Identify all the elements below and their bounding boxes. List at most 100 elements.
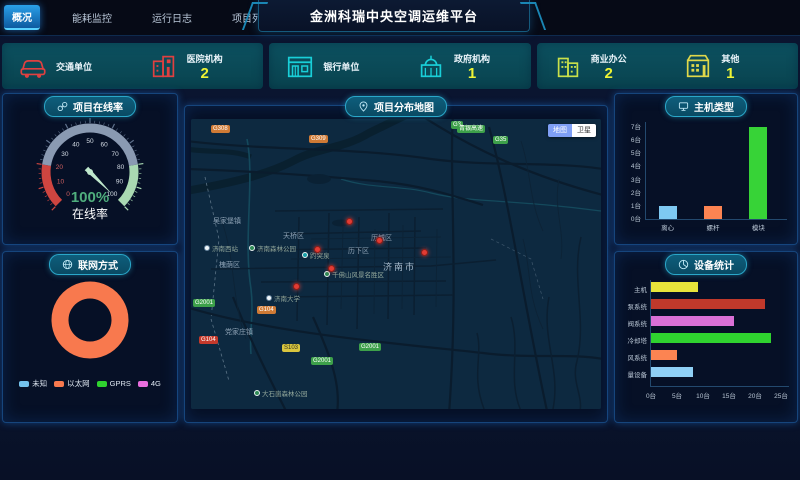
- svg-text:80: 80: [117, 164, 125, 171]
- road-badge: G35: [493, 136, 508, 144]
- stat-label: 医院机构: [187, 52, 223, 65]
- category-label: 风系统: [615, 352, 647, 362]
- main-area: 项目在线率 0102030405060708090100100%在线率 联网方式…: [0, 89, 800, 423]
- map-type-toggle: 地图 卫星: [548, 124, 596, 137]
- monitor-icon: [678, 101, 689, 112]
- map-view[interactable]: G308G309G104G104S103G2001G2001G2001G3G35…: [191, 119, 601, 409]
- y-tick-label: 4台: [615, 160, 641, 170]
- bar-泵系统: [651, 299, 765, 309]
- x-tick-label: 15台: [717, 390, 741, 400]
- legend-item-2[interactable]: GPRS: [97, 378, 131, 389]
- stat-label: 商业办公: [591, 52, 627, 65]
- project-marker-0[interactable]: [314, 246, 321, 253]
- road-badge: G104: [257, 306, 276, 314]
- location-pin-icon: [358, 101, 369, 112]
- poi-station: 济南大学: [266, 293, 300, 303]
- project-marker-4[interactable]: [376, 237, 383, 244]
- road-badge: S103: [282, 344, 300, 352]
- x-tick-label: 5台: [665, 390, 689, 400]
- project-marker-2[interactable]: [293, 283, 300, 290]
- stat-label: 银行单位: [323, 60, 359, 73]
- device-stats-chart: 主机泵系统阀系统冷却塔风系统量设备0台5台10台15台20台25台: [615, 276, 797, 408]
- stat-card-0: 交通单位医院机构2: [2, 43, 263, 89]
- svg-text:50: 50: [86, 138, 94, 145]
- bar-冷却塔: [651, 333, 771, 343]
- svg-text:60: 60: [100, 141, 108, 148]
- map-mode-button[interactable]: 地图: [548, 124, 572, 137]
- bar-量设备: [651, 367, 693, 377]
- y-tick-label: 6台: [615, 134, 641, 144]
- road-badge: G309: [309, 135, 328, 143]
- road-badge: G2001: [311, 357, 333, 365]
- panel-project-map-header: 项目分布地图: [345, 96, 447, 117]
- panel-title: 项目在线率: [73, 99, 123, 114]
- panel-online-rate-header: 项目在线率: [44, 96, 136, 117]
- legend-item-3[interactable]: 4G: [138, 378, 161, 389]
- road-badge: G104: [199, 336, 218, 344]
- stat-item: 医院机构2: [133, 51, 264, 81]
- bar-螺杆: [704, 206, 722, 219]
- office-icon: [553, 51, 583, 81]
- x-axis: [645, 219, 787, 220]
- building-icon: [683, 51, 713, 81]
- nav-tab-0[interactable]: 概况: [4, 5, 40, 30]
- place-label: 槐荫区: [219, 260, 240, 270]
- map-overlay: G308G309G104G104S103G2001G2001G2001G3G35…: [191, 119, 601, 409]
- poi-label: 千佛山风景名胜区: [332, 269, 384, 279]
- nav-tab-2[interactable]: 运行日志: [144, 6, 200, 29]
- stat-value: 2: [604, 66, 612, 81]
- park-marker-icon: [324, 271, 330, 277]
- poi-label: 济南西站: [212, 243, 238, 253]
- legend-item-0[interactable]: 未知: [19, 378, 47, 389]
- topbar: 概况能耗监控运行日志项目列表视频监控 金洲科瑞中央空调运维平台: [0, 0, 800, 36]
- category-label: 阀系统: [615, 318, 647, 328]
- park-marker-icon: [249, 245, 255, 251]
- place-label: 天桥区: [283, 231, 304, 241]
- place-label: 吴家堡镇: [213, 216, 241, 226]
- x-tick-label: 20台: [743, 390, 767, 400]
- stat-label: 政府机构: [454, 52, 490, 65]
- legend-item-1[interactable]: 以太网: [54, 378, 90, 389]
- legend-label: 以太网: [67, 378, 90, 389]
- poi-label: 大石崮森林公园: [262, 388, 308, 398]
- svg-text:70: 70: [111, 151, 119, 158]
- place-label: 济南市: [383, 260, 416, 273]
- stat-label: 其他: [721, 52, 739, 65]
- y-tick-label: 5台: [615, 147, 641, 157]
- nav-tab-1[interactable]: 能耗监控: [64, 6, 120, 29]
- legend-key: [54, 381, 64, 387]
- legend-label: 4G: [151, 379, 161, 388]
- stat-card-1: 银行单位 政府机构1: [269, 43, 530, 89]
- government-icon: [416, 51, 446, 81]
- bar-主机: [651, 282, 698, 292]
- globe-icon: [62, 259, 73, 270]
- station-marker-icon: [204, 245, 210, 251]
- x-tick-label: 10台: [691, 390, 715, 400]
- svg-text:20: 20: [56, 164, 64, 171]
- bar-阀系统: [651, 316, 734, 326]
- stat-value: 1: [726, 66, 734, 81]
- place-label: 历下区: [348, 246, 369, 256]
- panel-title: 主机类型: [694, 99, 734, 114]
- stat-item: 银行单位: [269, 51, 400, 81]
- panel-host-type: 主机类型 0台1台2台3台4台5台6台7台离心螺杆模块: [614, 93, 798, 245]
- satellite-mode-button[interactable]: 卫星: [572, 124, 596, 137]
- poi-label: 济南森林公园: [257, 243, 296, 253]
- panel-host-type-header: 主机类型: [665, 96, 747, 117]
- host-type-chart: 0台1台2台3台4台5台6台7台离心螺杆模块: [615, 116, 797, 236]
- x-category-label: 离心: [648, 222, 688, 232]
- stat-value: 1: [468, 66, 476, 81]
- stats-row: 交通单位医院机构2银行单位政府机构1商业办公2其他1: [2, 43, 798, 89]
- project-marker-3[interactable]: [346, 218, 353, 225]
- bank-icon: [285, 51, 315, 81]
- poi-park: 大石崮森林公园: [254, 388, 308, 398]
- stat-value: 2: [201, 66, 209, 81]
- project-marker-1[interactable]: [328, 265, 335, 272]
- panel-project-map: 项目分布地图: [184, 105, 608, 423]
- stat-item: 交通单位: [2, 51, 133, 81]
- svg-text:40: 40: [72, 141, 80, 148]
- project-marker-5[interactable]: [421, 249, 428, 256]
- spot-marker-icon: [302, 252, 308, 258]
- stat-item: 政府机构1: [400, 51, 531, 81]
- x-category-label: 螺杆: [693, 222, 733, 232]
